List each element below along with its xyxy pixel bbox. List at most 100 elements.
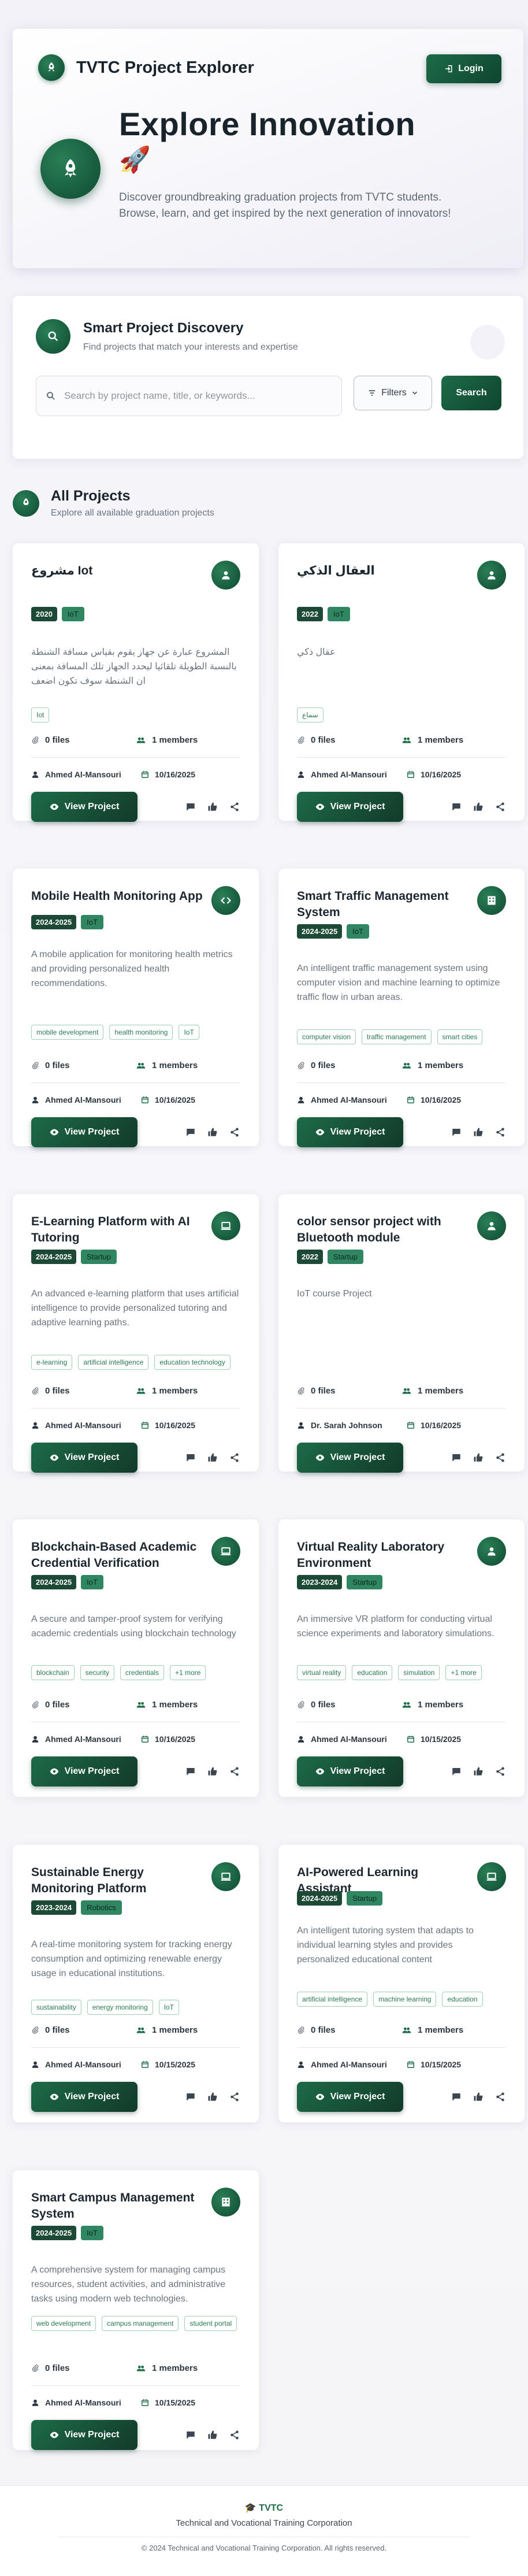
view-project-button[interactable]: View Project: [31, 1117, 137, 1147]
tag[interactable]: IoT: [179, 1025, 199, 1040]
tag[interactable]: mobile development: [31, 1025, 104, 1040]
share-icon[interactable]: [229, 2429, 240, 2441]
tag[interactable]: campus management: [102, 2316, 179, 2331]
view-project-button[interactable]: View Project: [297, 2082, 403, 2112]
tag[interactable]: machine learning: [373, 1992, 437, 2007]
project-card[interactable]: Virtual Reality Laboratory Environment 2…: [278, 1519, 525, 1797]
comment-icon[interactable]: [185, 2091, 196, 2103]
login-button[interactable]: Login: [426, 54, 501, 83]
project-title[interactable]: Smart Traffic Management System: [297, 888, 470, 921]
share-icon[interactable]: [494, 801, 506, 813]
tag[interactable]: +1 more: [445, 1665, 482, 1680]
tag[interactable]: security: [80, 1665, 115, 1680]
view-project-button[interactable]: View Project: [297, 1443, 403, 1473]
tag[interactable]: health monitoring: [109, 1025, 173, 1040]
project-title[interactable]: E-Learning Platform with AI Tutoring: [31, 1214, 204, 1246]
project-card[interactable]: Smart Traffic Management System 2024-202…: [278, 869, 525, 1147]
tag[interactable]: artificial intelligence: [297, 1992, 368, 2007]
tag[interactable]: traffic management: [362, 1029, 432, 1044]
view-project-button[interactable]: View Project: [297, 1117, 403, 1147]
like-icon[interactable]: [207, 1452, 218, 1463]
comment-icon[interactable]: [185, 801, 196, 813]
comment-icon[interactable]: [451, 1766, 462, 1777]
like-icon[interactable]: [473, 1452, 484, 1463]
project-card[interactable]: color sensor project with Bluetooth modu…: [278, 1194, 525, 1473]
filters-button[interactable]: Filters: [354, 376, 432, 410]
tag[interactable]: smart cities: [437, 1029, 483, 1044]
like-icon[interactable]: [207, 1126, 218, 1138]
project-card[interactable]: مشروع Iot 2020 IoT المشروع عبارة عن جهاز…: [13, 543, 259, 822]
comment-icon[interactable]: [185, 1126, 196, 1138]
tag[interactable]: energy monitoring: [87, 2000, 153, 2015]
comment-icon[interactable]: [451, 801, 462, 813]
tag[interactable]: computer vision: [297, 1029, 356, 1044]
share-icon[interactable]: [229, 1766, 240, 1777]
view-project-button[interactable]: View Project: [31, 2082, 137, 2112]
project-card[interactable]: Sustainable Energy Monitoring Platform 2…: [13, 1845, 259, 2122]
tag[interactable]: e-learning: [31, 1355, 73, 1370]
like-icon[interactable]: [207, 801, 218, 813]
tag[interactable]: artificial intelligence: [78, 1355, 149, 1370]
project-title[interactable]: Smart Campus Management System: [31, 2190, 204, 2222]
project-card[interactable]: العقال الذكي 2022 IoT عقال ذكي سماع 0 fi…: [278, 543, 525, 822]
tag[interactable]: sustainability: [31, 2000, 81, 2015]
view-project-button[interactable]: View Project: [31, 792, 137, 822]
view-project-button[interactable]: View Project: [31, 2420, 137, 2450]
comment-icon[interactable]: [451, 1126, 462, 1138]
tag[interactable]: web development: [31, 2316, 96, 2331]
project-card[interactable]: E-Learning Platform with AI Tutoring 202…: [13, 1194, 259, 1473]
view-project-button[interactable]: View Project: [31, 1443, 137, 1473]
tag[interactable]: blockchain: [31, 1665, 75, 1680]
tag[interactable]: student portal: [184, 2316, 237, 2331]
comment-icon[interactable]: [185, 1452, 196, 1463]
view-project-button[interactable]: View Project: [297, 792, 403, 822]
like-icon[interactable]: [473, 1766, 484, 1777]
tag[interactable]: سماع: [297, 707, 324, 722]
project-title[interactable]: color sensor project with Bluetooth modu…: [297, 1214, 470, 1246]
members-count: 1 members: [152, 735, 198, 745]
share-icon[interactable]: [229, 2091, 240, 2103]
project-title[interactable]: مشروع Iot: [31, 563, 204, 579]
share-icon[interactable]: [494, 2091, 506, 2103]
tag[interactable]: education technology: [154, 1355, 230, 1370]
project-title[interactable]: Mobile Health Monitoring App: [31, 888, 204, 905]
project-title[interactable]: العقال الذكي: [297, 563, 470, 579]
comment-icon[interactable]: [185, 1766, 196, 1777]
comment-icon[interactable]: [451, 2091, 462, 2103]
project-title[interactable]: Sustainable Energy Monitoring Platform: [31, 1865, 204, 1897]
tag[interactable]: simulation: [398, 1665, 440, 1680]
tag[interactable]: virtual reality: [297, 1665, 347, 1680]
like-icon[interactable]: [473, 2091, 484, 2103]
tag[interactable]: education: [442, 1992, 483, 2007]
share-icon[interactable]: [229, 1452, 240, 1463]
like-icon[interactable]: [473, 801, 484, 813]
search-button[interactable]: Search: [441, 376, 501, 410]
project-title[interactable]: Virtual Reality Laboratory Environment: [297, 1539, 470, 1571]
share-icon[interactable]: [494, 1766, 506, 1777]
share-icon[interactable]: [229, 1126, 240, 1138]
like-icon[interactable]: [473, 1126, 484, 1138]
project-title[interactable]: Blockchain-Based Academic Credential Ver…: [31, 1539, 204, 1571]
comment-icon[interactable]: [451, 1452, 462, 1463]
tag[interactable]: +1 more: [170, 1665, 206, 1680]
view-project-button[interactable]: View Project: [297, 1756, 403, 1786]
project-card[interactable]: Blockchain-Based Academic Credential Ver…: [13, 1519, 259, 1797]
share-icon[interactable]: [494, 1126, 506, 1138]
share-icon[interactable]: [494, 1452, 506, 1463]
search-field[interactable]: [36, 376, 342, 416]
tag[interactable]: Iot: [31, 707, 50, 722]
project-card[interactable]: AI-Powered Learning Assistant 2024-2025 …: [278, 1845, 525, 2122]
tag[interactable]: IoT: [158, 2000, 180, 2015]
tag[interactable]: education: [352, 1665, 393, 1680]
share-icon[interactable]: [229, 801, 240, 813]
like-icon[interactable]: [207, 2091, 218, 2103]
like-icon[interactable]: [207, 1766, 218, 1777]
project-card[interactable]: Smart Campus Management System 2024-2025…: [13, 2170, 259, 2450]
search-input[interactable]: [64, 390, 330, 402]
tag[interactable]: credentials: [120, 1665, 165, 1680]
members-count: 1 members: [418, 2025, 464, 2035]
comment-icon[interactable]: [185, 2429, 196, 2441]
like-icon[interactable]: [207, 2429, 218, 2441]
project-card[interactable]: Mobile Health Monitoring App 2024-2025 I…: [13, 869, 259, 1147]
view-project-button[interactable]: View Project: [31, 1756, 137, 1786]
